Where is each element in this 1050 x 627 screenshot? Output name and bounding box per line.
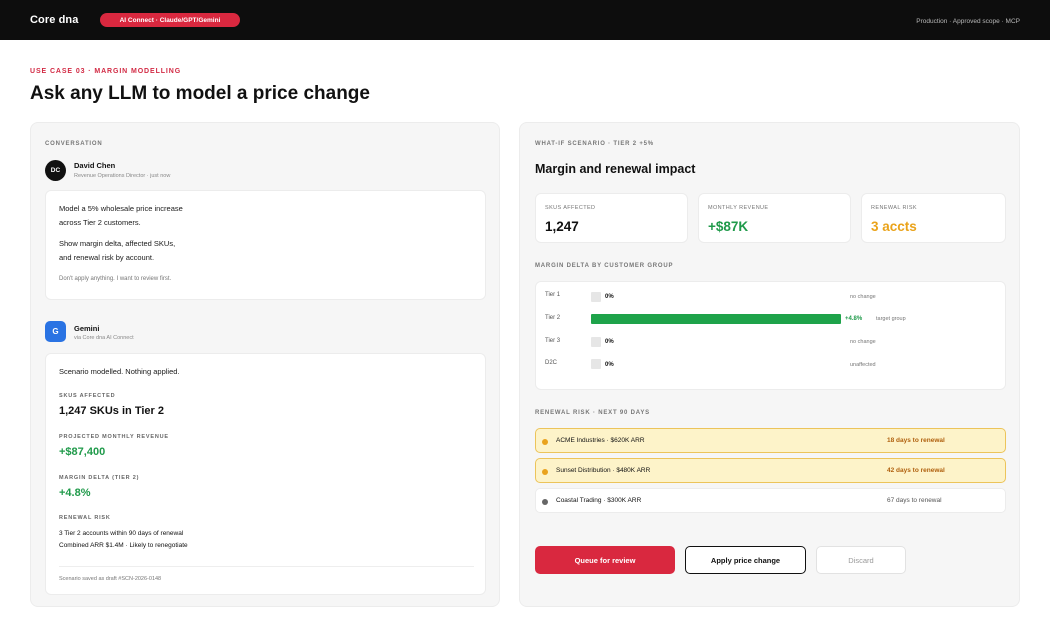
risk-dot bbox=[542, 469, 548, 475]
skus-label: SKUS AFFECTED bbox=[59, 393, 116, 399]
revenue-value: +$87,400 bbox=[59, 446, 106, 458]
user-name: David Chen bbox=[74, 161, 116, 170]
revenue-label: PROJECTED MONTHLY REVENUE bbox=[59, 434, 169, 440]
message-line: Model a 5% wholesale price increase bbox=[59, 204, 183, 213]
message-line: and renewal risk by account. bbox=[59, 253, 155, 262]
assistant-message: Scenario modelled. Nothing applied. SKUS… bbox=[45, 353, 486, 595]
group-label: D2C bbox=[545, 360, 558, 366]
message-line: across Tier 2 customers. bbox=[59, 218, 141, 227]
delta-value: 0% bbox=[605, 339, 614, 345]
risk-line: 3 Tier 2 accounts within 90 days of rene… bbox=[59, 530, 184, 537]
draft-note: Scenario saved as draft #SCN-2026-0148 bbox=[59, 576, 162, 582]
environment-status: Production · Approved scope · MCP bbox=[916, 18, 1020, 25]
days-to-renewal: 18 days to renewal bbox=[887, 437, 945, 444]
days-to-renewal: 67 days to renewal bbox=[887, 497, 942, 504]
group-note: target group bbox=[876, 316, 906, 322]
scenario-panel: WHAT-IF SCENARIO · TIER 2 +5% Margin and… bbox=[519, 122, 1020, 607]
apply-price-change-button[interactable]: Apply price change bbox=[685, 546, 806, 574]
user-message: Model a 5% wholesale price increase acro… bbox=[45, 190, 486, 300]
stat-revenue: MONTHLY REVENUE +$87K bbox=[698, 193, 851, 243]
group-label: Tier 2 bbox=[545, 315, 561, 321]
delta-value: 0% bbox=[605, 294, 614, 300]
conversation-label: CONVERSATION bbox=[45, 141, 103, 147]
stat-value: 1,247 bbox=[545, 219, 579, 234]
account-name: Coastal Trading · $300K ARR bbox=[556, 497, 642, 504]
delta-bar bbox=[591, 359, 601, 369]
use-case-eyebrow: USE CASE 03 · MARGIN MODELLING bbox=[30, 68, 182, 75]
group-label: Tier 1 bbox=[545, 292, 561, 298]
delta-bar bbox=[591, 292, 601, 302]
brand-logo[interactable]: Core dna bbox=[30, 14, 78, 26]
delta-bar bbox=[591, 337, 601, 347]
scenario-label: WHAT-IF SCENARIO · TIER 2 +5% bbox=[535, 141, 654, 147]
risk-dot bbox=[542, 439, 548, 445]
user-avatar: DC bbox=[45, 160, 66, 181]
renewal-account-row[interactable]: Sunset Distribution · $480K ARR 42 days … bbox=[535, 458, 1006, 483]
account-name: ACME Industries · $620K ARR bbox=[556, 437, 645, 444]
risk-line: Combined ARR $1.4M · Likely to renegotia… bbox=[59, 542, 188, 549]
stat-skus: SKUS AFFECTED 1,247 bbox=[535, 193, 688, 243]
days-to-renewal: 42 days to renewal bbox=[887, 467, 945, 474]
assistant-name: Gemini bbox=[74, 324, 100, 333]
stat-renewal-risk: RENEWAL RISK 3 accts bbox=[861, 193, 1006, 243]
renewal-account-row[interactable]: ACME Industries · $620K ARR 18 days to r… bbox=[535, 428, 1006, 453]
message-line: Show margin delta, affected SKUs, bbox=[59, 239, 176, 248]
risk-label: RENEWAL RISK bbox=[59, 515, 111, 521]
queue-for-review-button[interactable]: Queue for review bbox=[535, 546, 675, 574]
delta-bar bbox=[591, 314, 841, 324]
stat-value: 3 accts bbox=[871, 219, 917, 234]
divider bbox=[59, 566, 474, 567]
stat-value: +$87K bbox=[708, 219, 749, 234]
assistant-meta: via Core dna AI Connect bbox=[74, 335, 134, 341]
message-note: Don't apply anything. I want to review f… bbox=[59, 276, 172, 282]
group-note: no change bbox=[850, 294, 876, 300]
margin-delta-label: MARGIN DELTA BY CUSTOMER GROUP bbox=[535, 263, 674, 269]
margin-delta-chart: Tier 1 0% no change Tier 2 +4.8% target … bbox=[535, 281, 1006, 390]
account-name: Sunset Distribution · $480K ARR bbox=[556, 467, 651, 474]
margin-value: +4.8% bbox=[59, 487, 91, 499]
group-note: no change bbox=[850, 339, 876, 345]
margin-label: MARGIN DELTA (TIER 2) bbox=[59, 475, 140, 481]
scenario-title: Margin and renewal impact bbox=[535, 162, 696, 176]
ai-connect-badge: AI Connect · Claude/GPT/Gemini bbox=[100, 13, 240, 27]
delta-value: +4.8% bbox=[845, 316, 863, 322]
group-label: Tier 3 bbox=[545, 338, 561, 344]
stat-label: SKUS AFFECTED bbox=[545, 205, 596, 211]
conversation-panel: CONVERSATION DC David Chen Revenue Opera… bbox=[30, 122, 500, 607]
page-title: Ask any LLM to model a price change bbox=[30, 83, 370, 104]
delta-value: 0% bbox=[605, 362, 614, 368]
risk-dot bbox=[542, 499, 548, 505]
discard-button[interactable]: Discard bbox=[816, 546, 906, 574]
renewal-account-row[interactable]: Coastal Trading · $300K ARR 67 days to r… bbox=[535, 488, 1006, 513]
assistant-intro: Scenario modelled. Nothing applied. bbox=[59, 367, 180, 376]
skus-value: 1,247 SKUs in Tier 2 bbox=[59, 405, 164, 417]
stat-label: MONTHLY REVENUE bbox=[708, 205, 769, 211]
gemini-avatar: G bbox=[45, 321, 66, 342]
stat-label: RENEWAL RISK bbox=[871, 205, 917, 211]
group-note: unaffected bbox=[850, 362, 876, 368]
user-meta: Revenue Operations Director · just now bbox=[74, 173, 171, 179]
top-bar: Core dna AI Connect · Claude/GPT/Gemini … bbox=[0, 0, 1050, 40]
renewal-risk-label: RENEWAL RISK · NEXT 90 DAYS bbox=[535, 410, 650, 416]
